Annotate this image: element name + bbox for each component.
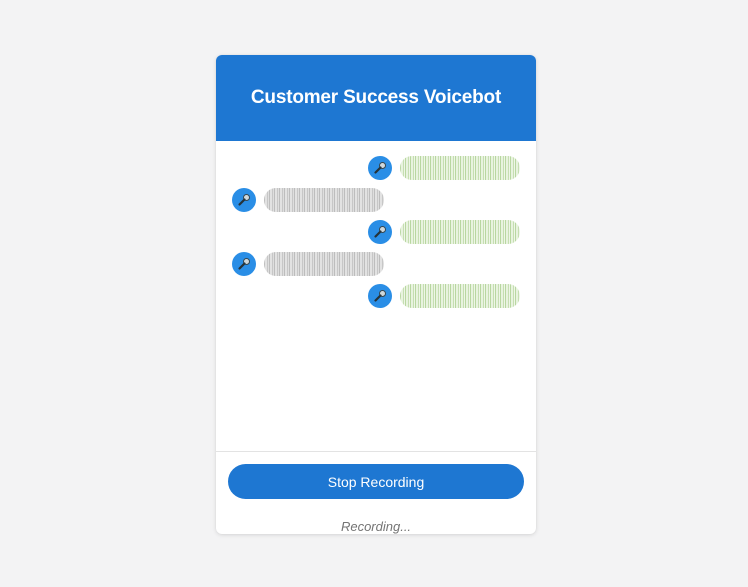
recording-status: Recording...	[340, 519, 412, 534]
microphone-icon	[368, 156, 392, 180]
microphone-icon	[232, 188, 256, 212]
stop-recording-button[interactable]: Stop Recording	[228, 464, 524, 499]
voice-message-waveform[interactable]	[400, 284, 520, 308]
message-list	[216, 141, 536, 451]
message-user	[368, 156, 520, 180]
header: Customer Success Voicebot	[216, 55, 536, 141]
microphone-icon	[232, 252, 256, 276]
message-user	[368, 220, 520, 244]
voice-message-waveform[interactable]	[400, 220, 520, 244]
voicebot-card: Customer Success Voicebot Stop Recording…	[216, 55, 536, 534]
page-title: Customer Success Voicebot	[250, 87, 502, 108]
microphone-icon	[368, 284, 392, 308]
voice-message-waveform[interactable]	[264, 252, 384, 276]
divider	[216, 451, 536, 452]
voice-message-waveform[interactable]	[264, 188, 384, 212]
message-bot	[232, 252, 384, 276]
message-bot	[232, 188, 384, 212]
microphone-icon	[368, 220, 392, 244]
voice-message-waveform[interactable]	[400, 156, 520, 180]
message-user	[368, 284, 520, 308]
